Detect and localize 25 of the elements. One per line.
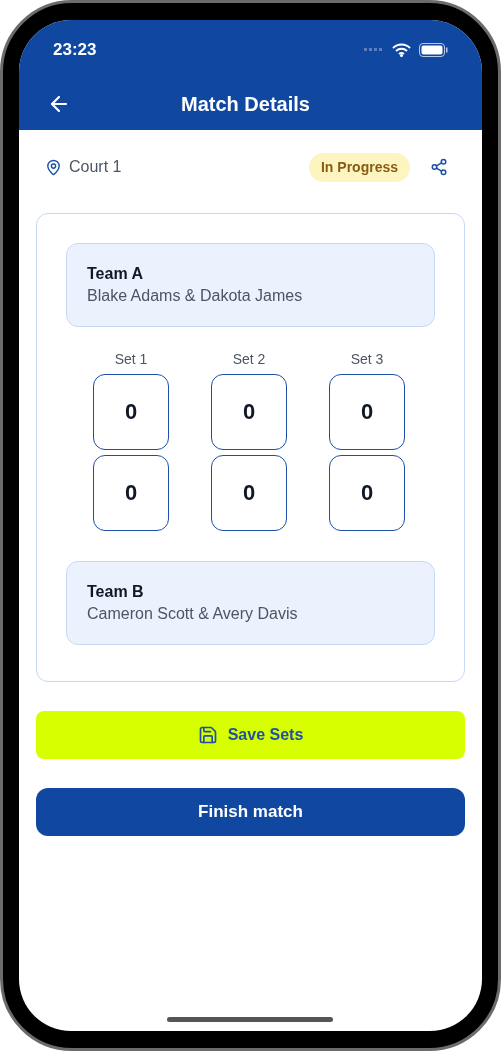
status-time: 23:23 — [53, 39, 97, 62]
page-title: Match Details — [180, 92, 311, 117]
share-button[interactable] — [430, 158, 448, 176]
save-sets-button[interactable]: Save Sets — [36, 711, 465, 759]
set-label: Set 3 — [350, 350, 384, 369]
set-label: Set 1 — [114, 350, 148, 369]
team-players: Cameron Scott & Avery Davis — [87, 604, 299, 624]
team-name: Team B — [87, 582, 145, 602]
set-label: Set 2 — [232, 350, 266, 369]
score-field[interactable]: 0 — [329, 455, 405, 531]
score-field[interactable]: 0 — [93, 374, 169, 450]
score-field[interactable]: 0 — [211, 455, 287, 531]
wifi-icon — [392, 43, 411, 57]
finish-match-button[interactable]: Finish match — [36, 788, 465, 836]
signal-icon — [364, 48, 384, 52]
location-pin-icon — [45, 158, 62, 176]
score-field[interactable]: 0 — [329, 374, 405, 450]
team-players: Blake Adams & Dakota James — [87, 286, 304, 306]
battery-icon — [419, 43, 448, 57]
court-label: Court 1 — [69, 157, 122, 177]
score-field[interactable]: 0 — [211, 374, 287, 450]
status-badge: In Progress — [308, 152, 410, 182]
save-icon — [197, 725, 218, 745]
score-field[interactable]: 0 — [93, 455, 169, 531]
team-name: Team A — [87, 264, 144, 284]
